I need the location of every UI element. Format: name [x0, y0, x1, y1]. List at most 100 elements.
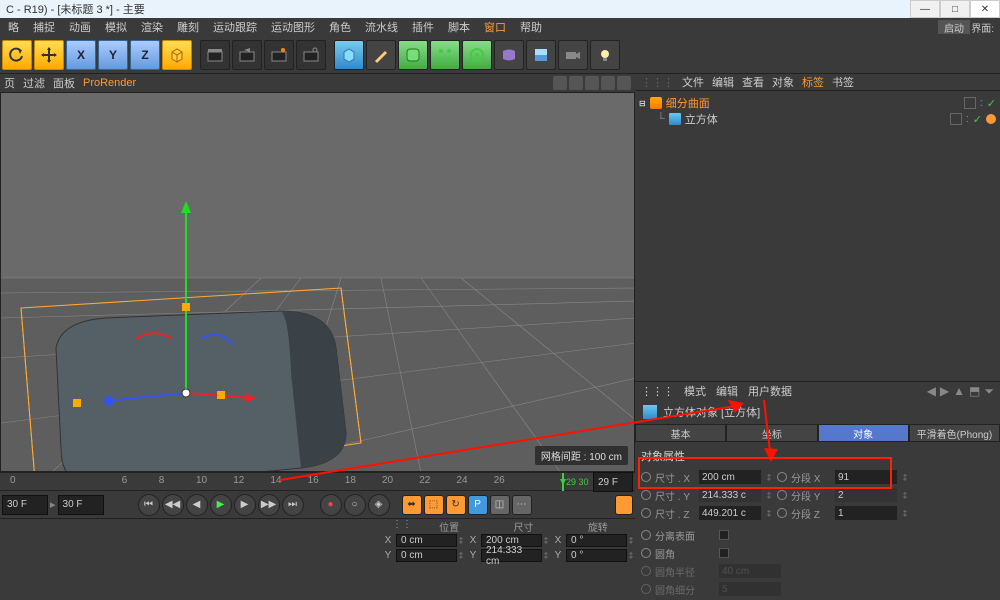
z-axis-toggle[interactable]: Z [130, 40, 160, 70]
autokey-button[interactable]: ○ [344, 494, 366, 516]
rotation-key-toggle[interactable]: ↻ [446, 495, 466, 515]
attr-nav-back[interactable]: ◀ [927, 384, 936, 398]
goto-end-button[interactable]: ⏭ [282, 494, 304, 516]
menu-插件[interactable]: 插件 [406, 19, 440, 35]
obj-tab[interactable]: 查看 [742, 77, 764, 89]
close-button[interactable]: ✕ [970, 0, 1000, 18]
attr-tab-坐标[interactable]: 坐标 [726, 424, 817, 442]
move-tool[interactable] [34, 40, 64, 70]
size-input[interactable]: 214.333 cm [481, 549, 542, 562]
segment-input[interactable]: 91 [835, 470, 897, 484]
current-frame-input[interactable]: 30 F [58, 495, 104, 515]
prev-key-button[interactable]: ◀◀ [162, 494, 184, 516]
attr-anim-toggle[interactable] [641, 548, 651, 558]
menu-脚本[interactable]: 脚本 [442, 19, 476, 35]
prev-frame-button[interactable]: ◀ [186, 494, 208, 516]
visibility-toggle[interactable]: ✓ [973, 113, 982, 126]
vp-tab[interactable]: ProRender [83, 77, 136, 89]
menu-帮助[interactable]: 帮助 [514, 19, 548, 35]
timeline-ruler[interactable]: 29 30 29 F 068101214161820222426 [0, 472, 635, 490]
layer-toggle[interactable] [950, 113, 962, 125]
material-preview-icon[interactable] [615, 495, 633, 515]
tree-row[interactable]: └ 立方体 : ✓ [639, 111, 996, 127]
startup-layout-button[interactable]: 启动 [938, 20, 970, 34]
menu-角色[interactable]: 角色 [323, 19, 357, 35]
menu-捕捉[interactable]: 捕捉 [27, 19, 61, 35]
phong-tag-icon[interactable] [986, 114, 996, 124]
attr-anim-toggle[interactable] [777, 472, 787, 482]
obj-tab[interactable]: 书签 [832, 77, 854, 89]
vp-tab[interactable]: 过滤 [23, 75, 45, 91]
size-input[interactable]: 449.201 c [699, 506, 761, 520]
playhead-marker[interactable] [562, 473, 564, 491]
vp-tab[interactable]: 页 [4, 75, 15, 91]
next-frame-button[interactable]: ▶ [234, 494, 256, 516]
render-view-button[interactable] [200, 40, 230, 70]
attr-anim-toggle[interactable] [641, 508, 651, 518]
tree-row[interactable]: ⊟ 细分曲面 : ✓ [639, 95, 996, 111]
attr-nav-menu[interactable]: ⏷ [984, 384, 994, 399]
menu-运动图形[interactable]: 运动图形 [265, 19, 321, 35]
menu-运动跟踪[interactable]: 运动跟踪 [207, 19, 263, 35]
obj-tab[interactable]: 标签 [802, 77, 824, 89]
maximize-button[interactable]: □ [940, 0, 970, 18]
menu-流水线[interactable]: 流水线 [359, 19, 404, 35]
scale-key-toggle[interactable]: ⬚ [424, 495, 444, 515]
menu-渲染[interactable]: 渲染 [135, 19, 169, 35]
attr-anim-toggle[interactable] [641, 472, 651, 482]
goto-start-button[interactable]: ⏮ [138, 494, 160, 516]
attr-anim-toggle[interactable] [641, 490, 651, 500]
rotation-input[interactable]: 0 ° [566, 534, 627, 547]
next-key-button[interactable]: ▶▶ [258, 494, 280, 516]
size-input[interactable]: 200 cm [699, 470, 761, 484]
size-input[interactable]: 214.333 c [699, 488, 761, 502]
position-key-toggle[interactable]: ⬌ [402, 495, 422, 515]
deformer-button[interactable] [494, 40, 524, 70]
attr-nav-fwd[interactable]: ▶ [940, 384, 949, 398]
panel-grip-icon[interactable]: ⋮⋮⋮ [641, 385, 674, 398]
subdivision-surface-button[interactable] [398, 40, 428, 70]
render-settings-button[interactable] [296, 40, 326, 70]
light-button[interactable] [590, 40, 620, 70]
menu-模拟[interactable]: 模拟 [99, 19, 133, 35]
record-button[interactable]: ● [320, 494, 342, 516]
y-axis-toggle[interactable]: Y [98, 40, 128, 70]
keyframe-button[interactable]: ◈ [368, 494, 390, 516]
pen-tool[interactable] [366, 40, 396, 70]
play-button[interactable]: ▶ [210, 494, 232, 516]
attr-tab-基本[interactable]: 基本 [635, 424, 726, 442]
menu-动画[interactable]: 动画 [63, 19, 97, 35]
menu-略[interactable]: 略 [2, 19, 25, 35]
menu-雕刻[interactable]: 雕刻 [171, 19, 205, 35]
attr-panel-tab[interactable]: 模式 [684, 386, 706, 398]
attr-anim-toggle[interactable] [777, 490, 787, 500]
start-frame-input[interactable]: 30 F [2, 495, 48, 515]
attr-anim-toggle[interactable] [641, 530, 651, 540]
attr-nav-home[interactable]: ⬒ [969, 384, 980, 398]
vp-nav-icon[interactable] [569, 76, 583, 90]
effector-button[interactable] [462, 40, 492, 70]
checkbox[interactable] [719, 548, 729, 558]
position-input[interactable]: 0 cm [396, 549, 457, 562]
vp-nav-icon[interactable] [601, 76, 615, 90]
panel-grip-icon[interactable]: ⋮⋮⋮ [641, 76, 674, 89]
obj-tab[interactable]: 文件 [682, 77, 704, 89]
obj-tab[interactable]: 对象 [772, 77, 794, 89]
camera-button[interactable] [558, 40, 588, 70]
attr-tab-对象[interactable]: 对象 [818, 424, 909, 442]
array-button[interactable] [430, 40, 460, 70]
environment-button[interactable] [526, 40, 556, 70]
render-region-button[interactable] [232, 40, 262, 70]
layer-toggle[interactable] [964, 97, 976, 109]
vp-nav-icon[interactable] [585, 76, 599, 90]
segment-input[interactable]: 2 [835, 488, 897, 502]
viewport-3d[interactable]: 网格间距 : 100 cm [0, 92, 635, 472]
cube-primitive[interactable] [162, 40, 192, 70]
key-options[interactable]: ⋯ [512, 495, 532, 515]
add-cube-button[interactable] [334, 40, 364, 70]
param-key-toggle[interactable]: P [468, 495, 488, 515]
attr-panel-tab[interactable]: 编辑 [716, 386, 738, 398]
menu-窗口[interactable]: 窗口 [478, 19, 512, 35]
attr-nav-up[interactable]: ▲ [953, 384, 965, 398]
vp-tab[interactable]: 面板 [53, 75, 75, 91]
